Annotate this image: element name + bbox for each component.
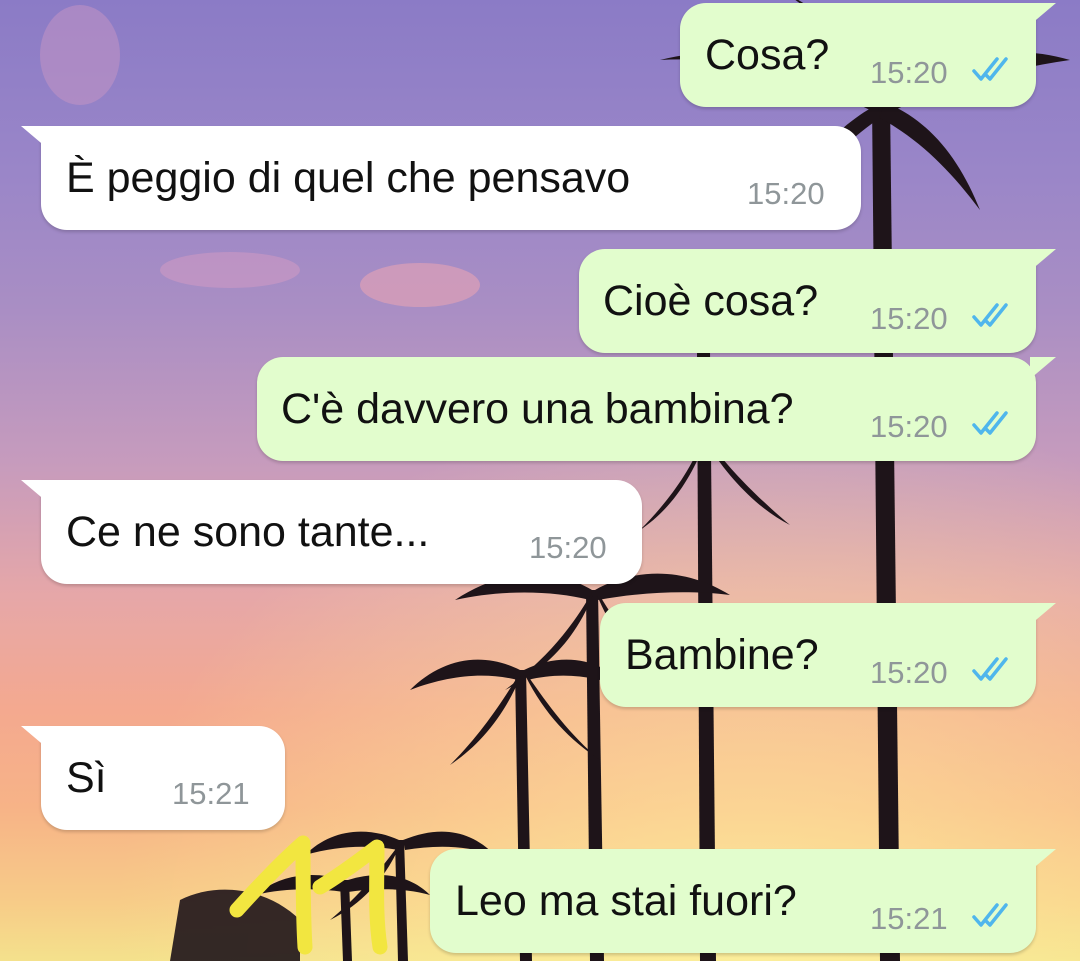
double-check-icon: [972, 57, 1008, 81]
message-timestamp: 15:20: [529, 530, 607, 565]
handwritten-annotation-11: [229, 835, 388, 955]
message-text: Bambine?: [625, 631, 819, 679]
message-timestamp: 15:20: [870, 55, 948, 90]
message-timestamp: 15:20: [870, 301, 948, 336]
double-check-icon: [972, 657, 1008, 681]
message-text: Sì: [66, 754, 107, 802]
double-check-icon: [972, 411, 1008, 435]
message-text: Cosa?: [705, 31, 830, 79]
message-text: Cioè cosa?: [603, 277, 819, 325]
message-timestamp: 15:20: [870, 655, 948, 690]
double-check-icon: [972, 303, 1008, 327]
message-bubble-incoming[interactable]: È peggio di quel che pensavo 15:20: [21, 126, 861, 230]
message-bubble-outgoing[interactable]: Cosa? 15:20: [680, 3, 1056, 107]
double-check-icon: [972, 903, 1008, 927]
message-timestamp: 15:20: [870, 409, 948, 444]
message-timestamp: 15:21: [870, 901, 948, 936]
message-timestamp: 15:21: [172, 776, 250, 811]
message-bubble-outgoing[interactable]: Cioè cosa? 15:20: [579, 249, 1056, 353]
message-bubble-outgoing[interactable]: C'è davvero una bambina? 15:20: [257, 357, 1056, 461]
message-text: È peggio di quel che pensavo: [66, 154, 631, 202]
message-bubble-incoming[interactable]: Sì 15:21: [21, 726, 285, 830]
message-text: Ce ne sono tante...: [66, 508, 430, 556]
message-timestamp: 15:20: [747, 176, 825, 211]
message-text: Leo ma stai fuori?: [455, 877, 797, 925]
message-bubble-outgoing[interactable]: Bambine? 15:20: [600, 603, 1056, 707]
message-bubble-outgoing[interactable]: Leo ma stai fuori? 15:21: [430, 849, 1056, 953]
message-bubble-incoming[interactable]: Ce ne sono tante... 15:20: [21, 480, 642, 584]
message-text: C'è davvero una bambina?: [281, 385, 794, 433]
